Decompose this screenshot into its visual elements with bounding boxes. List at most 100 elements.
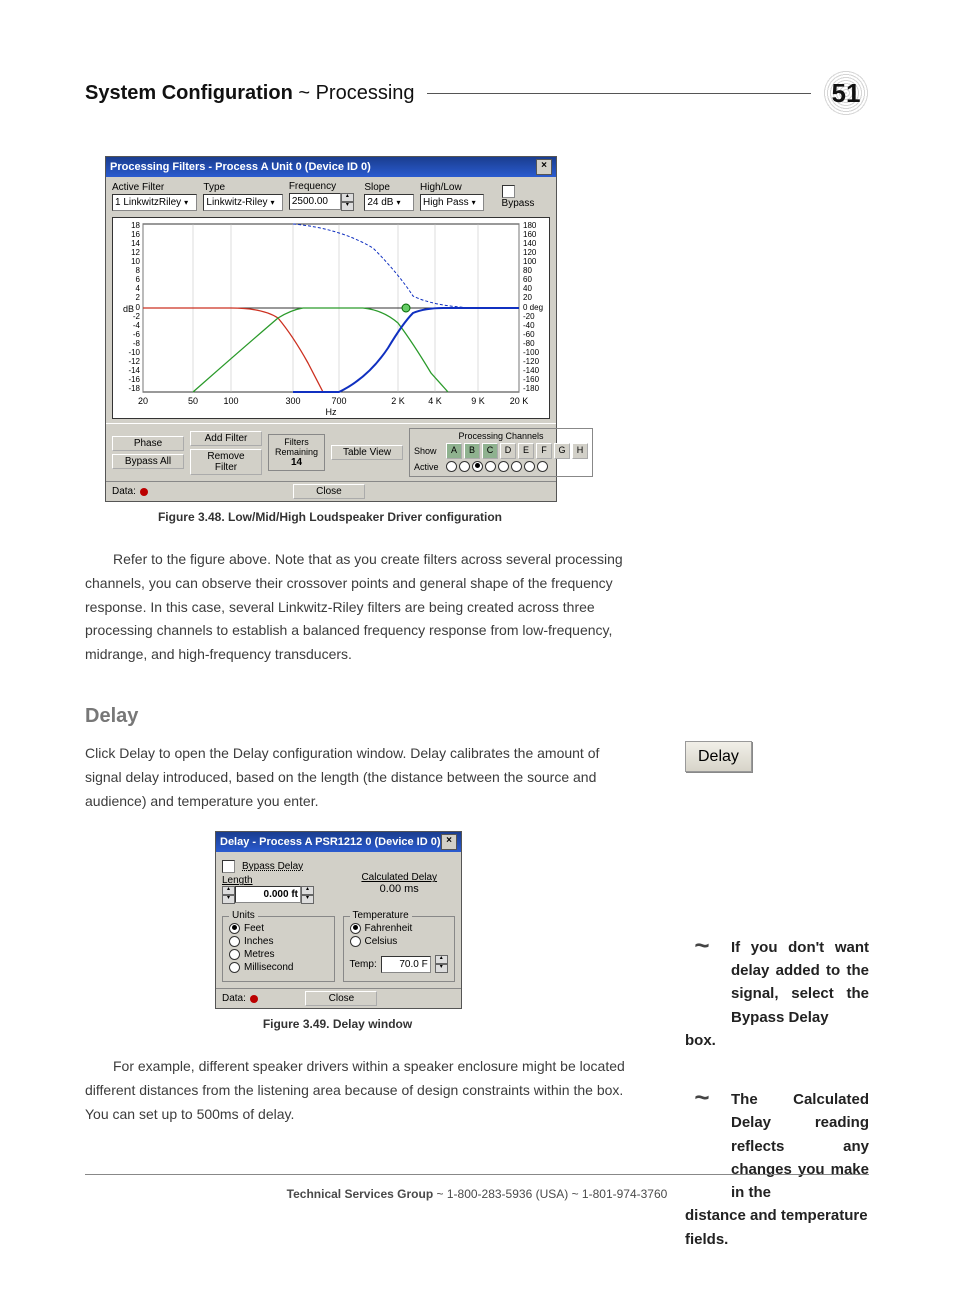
active-C[interactable] (472, 461, 483, 472)
bypass-all-button[interactable]: Bypass All (112, 454, 184, 469)
channel-G[interactable]: G (554, 443, 570, 459)
frequency-input[interactable]: 2500.00 (289, 193, 341, 210)
svg-text:40: 40 (523, 284, 532, 293)
length-spinner-left[interactable]: ▴▾ (222, 886, 235, 904)
temp-spinner[interactable]: ▴▾ (435, 955, 448, 973)
svg-text:180: 180 (523, 221, 537, 230)
temp-f[interactable] (350, 923, 361, 934)
svg-text:-16: -16 (128, 375, 140, 384)
frequency-label: Frequency (289, 181, 359, 192)
svg-text:6: 6 (136, 275, 141, 284)
filters-remaining: Filters Remaining 14 (268, 434, 325, 471)
svg-text:20: 20 (138, 396, 148, 406)
svg-text:0: 0 (136, 303, 141, 312)
unit-ms[interactable] (229, 962, 240, 973)
slope-select[interactable]: 24 dB (364, 194, 414, 211)
svg-text:20: 20 (523, 293, 532, 302)
svg-text:50: 50 (188, 396, 198, 406)
processing-filters-window: Processing Filters - Process A Unit 0 (D… (105, 156, 557, 502)
active-B[interactable] (459, 461, 470, 472)
svg-text:-140: -140 (523, 366, 540, 375)
header-sep: ~ (293, 82, 316, 104)
active-filter-label: Active Filter (112, 182, 197, 193)
delay-window: Delay - Process A PSR1212 0 (Device ID 0… (215, 831, 462, 1009)
svg-text:120: 120 (523, 248, 537, 257)
delay-window-title: Delay - Process A PSR1212 0 (Device ID 0… (220, 836, 441, 848)
phase-button[interactable]: Phase (112, 436, 184, 451)
bypass-label: Bypass (502, 198, 535, 209)
active-D[interactable] (485, 461, 496, 472)
svg-text:-4: -4 (133, 321, 141, 330)
channel-E[interactable]: E (518, 443, 534, 459)
delay-paragraph: Click Delay to open the Delay configurat… (85, 742, 625, 813)
unit-inches[interactable] (229, 936, 240, 947)
svg-text:-120: -120 (523, 357, 540, 366)
svg-text:2: 2 (136, 293, 141, 302)
channel-H[interactable]: H (572, 443, 588, 459)
paragraph-2: For example, different speaker drivers w… (85, 1055, 625, 1126)
svg-text:80: 80 (523, 266, 532, 275)
highlow-select[interactable]: High Pass (420, 194, 484, 211)
bypass-delay-label: Bypass Delay (242, 861, 303, 872)
bypass-checkbox[interactable] (502, 185, 515, 198)
svg-text:4 K: 4 K (428, 396, 442, 406)
processing-channels-group: Processing Channels Show A B C D E F G H… (409, 428, 593, 477)
close-icon[interactable]: × (536, 159, 552, 175)
bypass-delay-checkbox[interactable] (222, 860, 235, 873)
frequency-spinner[interactable]: ▴▾ (341, 193, 354, 211)
note-icon: ~ (685, 940, 719, 962)
active-E[interactable] (498, 461, 509, 472)
length-label: Length (222, 875, 334, 886)
note-icon: ~ (685, 1092, 719, 1114)
svg-text:14: 14 (131, 239, 140, 248)
temp-c[interactable] (350, 936, 361, 947)
active-H[interactable] (537, 461, 548, 472)
svg-text:10: 10 (131, 257, 140, 266)
header-sub: Processing (316, 82, 415, 104)
svg-text:-160: -160 (523, 375, 540, 384)
paragraph-1: Refer to the figure above. Note that as … (85, 548, 625, 667)
svg-text:-60: -60 (523, 330, 535, 339)
note-1-indent: If you don't want delay added to the sig… (731, 936, 869, 1029)
channel-B[interactable]: B (464, 443, 480, 459)
svg-text:9 K: 9 K (471, 396, 485, 406)
active-F[interactable] (511, 461, 522, 472)
table-view-button[interactable]: Table View (331, 445, 403, 460)
delay-button[interactable]: Delay (685, 741, 752, 772)
active-A[interactable] (446, 461, 457, 472)
svg-text:dB: dB (123, 304, 134, 314)
svg-text:Hz: Hz (326, 407, 337, 416)
length-input[interactable]: 0.000 ft (235, 886, 301, 903)
svg-text:16: 16 (131, 230, 140, 239)
svg-text:700: 700 (331, 396, 346, 406)
delay-heading: Delay (85, 705, 869, 728)
close-button[interactable]: Close (305, 991, 377, 1006)
data-label: Data: (112, 486, 136, 497)
svg-text:-180: -180 (523, 384, 540, 393)
temp-input[interactable]: 70.0 F (381, 956, 431, 973)
svg-text:20 K: 20 K (510, 396, 529, 406)
unit-metres[interactable] (229, 949, 240, 960)
channel-A[interactable]: A (446, 443, 462, 459)
add-filter-button[interactable]: Add Filter (190, 431, 262, 446)
svg-text:0 deg: 0 deg (523, 303, 543, 312)
svg-text:300: 300 (285, 396, 300, 406)
svg-text:-40: -40 (523, 321, 535, 330)
channel-C[interactable]: C (482, 443, 498, 459)
figure-caption-348: Figure 3.48. Low/Mid/High Loudspeaker Dr… (105, 510, 555, 524)
units-legend: Units (229, 910, 258, 921)
type-label: Type (203, 182, 282, 193)
length-spinner-right[interactable]: ▴▾ (301, 886, 314, 904)
active-filter-select[interactable]: 1 LinkwitzRiley (112, 194, 197, 211)
close-button[interactable]: Close (293, 484, 365, 499)
close-icon[interactable]: × (441, 834, 457, 850)
type-select[interactable]: Linkwitz-Riley (203, 194, 282, 211)
active-G[interactable] (524, 461, 535, 472)
channel-F[interactable]: F (536, 443, 552, 459)
unit-feet[interactable] (229, 923, 240, 934)
remove-filter-button[interactable]: Remove Filter (190, 449, 262, 475)
svg-text:60: 60 (523, 275, 532, 284)
channel-D[interactable]: D (500, 443, 516, 459)
data-status-icon (140, 488, 148, 496)
temp-label: Temp: (350, 959, 377, 970)
